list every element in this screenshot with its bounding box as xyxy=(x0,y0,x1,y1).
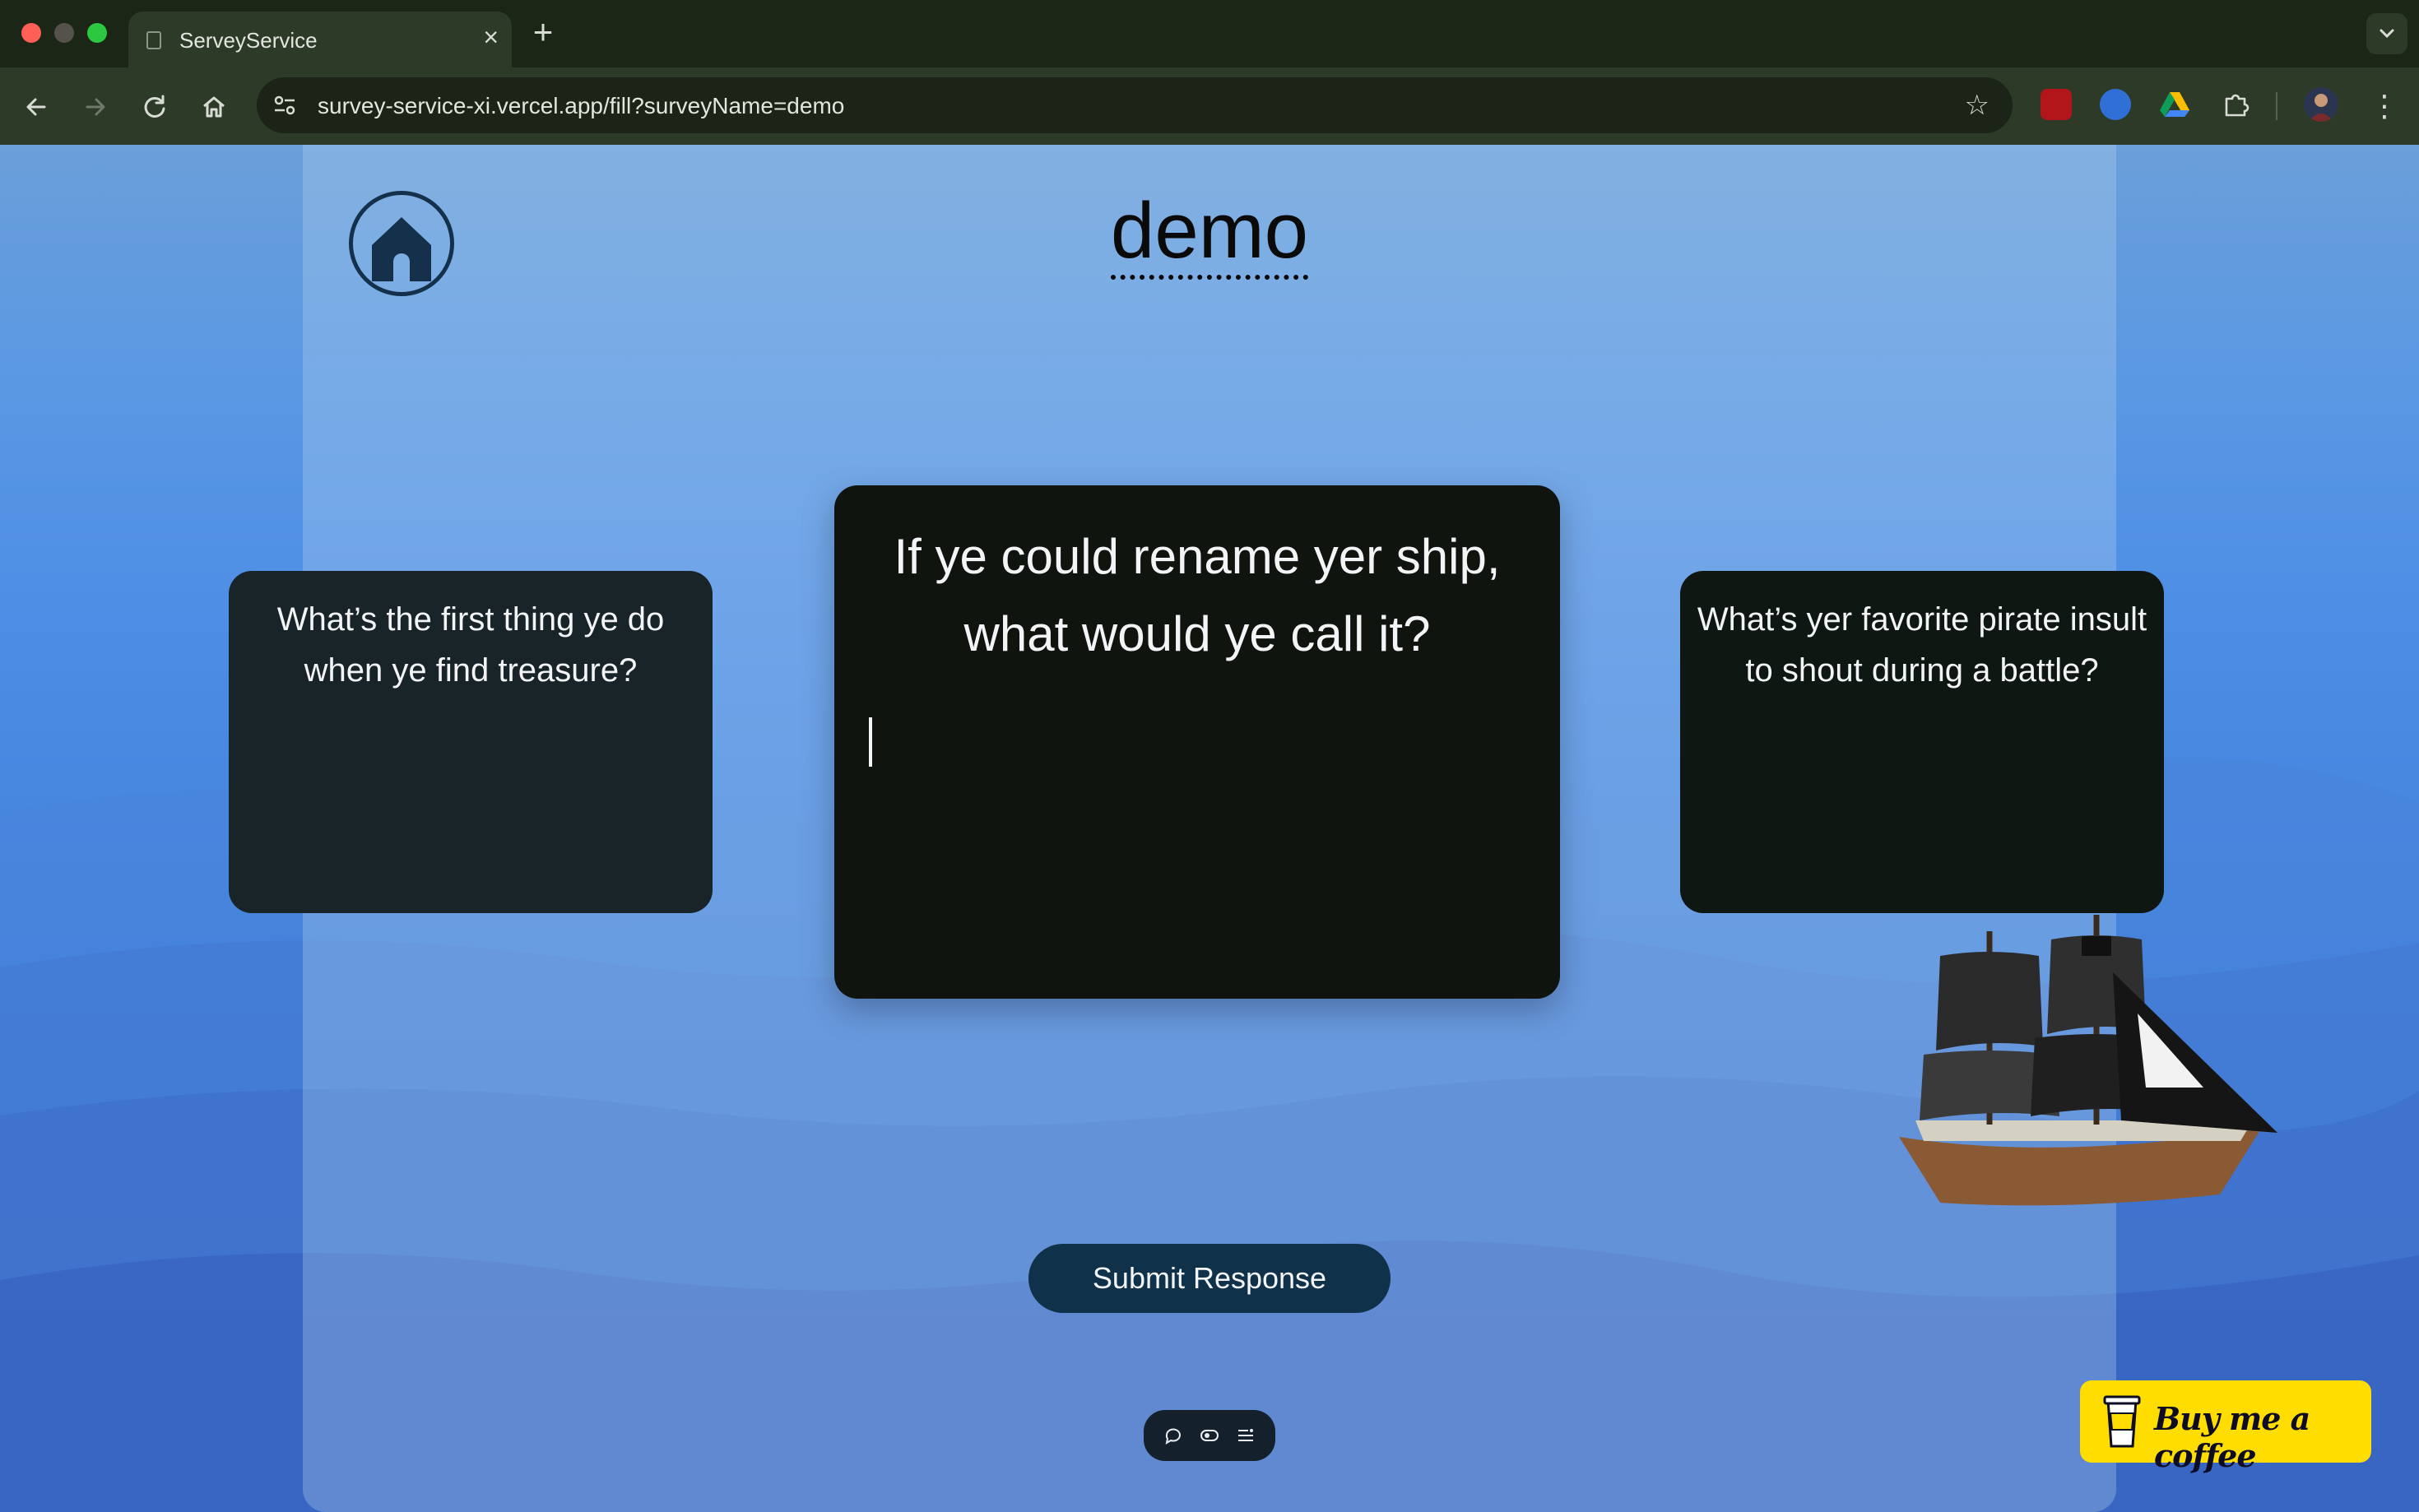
back-button[interactable] xyxy=(13,84,59,130)
comment-icon[interactable] xyxy=(1161,1423,1186,1448)
active-tab[interactable]: ServeyService × xyxy=(128,12,512,67)
profile-avatar[interactable] xyxy=(2304,87,2338,122)
close-tab-icon[interactable]: × xyxy=(483,23,499,51)
puzzle-extensions-icon[interactable] xyxy=(2220,89,2251,120)
next-question-text: What’s yer favorite pirate insult to sho… xyxy=(1697,601,2147,689)
arrow-left-icon xyxy=(26,98,46,116)
next-question-card[interactable]: What’s yer favorite pirate insult to sho… xyxy=(1680,571,2164,913)
close-window-button[interactable] xyxy=(21,23,41,43)
home-browser-button[interactable] xyxy=(191,84,237,130)
arrow-right-icon xyxy=(86,98,105,116)
bookmark-star-icon[interactable]: ☆ xyxy=(1965,89,1990,122)
browser-tab-bar: ServeyService × + xyxy=(0,0,2419,67)
new-tab-button[interactable]: + xyxy=(528,12,558,53)
pirate-ship-image xyxy=(1899,915,2277,1206)
current-question-card: If ye could rename yer ship, what would … xyxy=(834,485,1560,999)
menu-list-icon[interactable] xyxy=(1233,1423,1258,1448)
submit-response-button[interactable]: Submit Response xyxy=(1028,1244,1391,1313)
survey-title: demo xyxy=(963,186,1456,280)
coffee-cup-icon xyxy=(2103,1395,2141,1448)
chevron-down-icon xyxy=(2380,29,2394,39)
reload-button[interactable] xyxy=(132,84,178,130)
document-icon xyxy=(146,31,161,49)
current-question-text: If ye could rename yer ship, what would … xyxy=(894,529,1501,661)
browser-menu-icon[interactable]: ⋮ xyxy=(2370,84,2399,130)
maximize-window-button[interactable] xyxy=(87,23,107,43)
home-button[interactable] xyxy=(349,191,454,296)
browser-toolbar: survey-service-xi.vercel.app/fill?survey… xyxy=(0,67,2419,145)
extension-icon[interactable] xyxy=(2100,89,2131,120)
answer-input-caret[interactable] xyxy=(869,717,872,767)
url-text: survey-service-xi.vercel.app/fill?survey… xyxy=(318,93,845,118)
reload-icon xyxy=(144,95,165,118)
tab-title: ServeyService xyxy=(179,28,318,53)
survey-title-text: demo xyxy=(1110,187,1309,280)
survey-page: demo What’s the first thing ye do when y… xyxy=(0,145,2419,1512)
address-bar[interactable]: survey-service-xi.vercel.app/fill?survey… xyxy=(257,77,2013,133)
ublock-extension-icon[interactable] xyxy=(2041,89,2072,120)
site-settings-icon xyxy=(274,95,295,115)
coffee-label: Buy me a coffee xyxy=(2154,1400,2310,1474)
toggle-icon[interactable] xyxy=(1197,1423,1222,1448)
tab-list-button[interactable] xyxy=(2366,13,2407,54)
home-icon xyxy=(203,96,225,118)
toolbar-divider xyxy=(2276,92,2277,120)
previous-question-card[interactable]: What’s the first thing ye do when ye fin… xyxy=(229,571,713,913)
forward-button[interactable] xyxy=(72,84,118,130)
dev-toolbar xyxy=(1144,1410,1275,1461)
home-icon xyxy=(372,217,431,281)
buy-me-a-coffee-button[interactable]: Buy me a coffee xyxy=(2080,1380,2371,1474)
google-drive-icon[interactable] xyxy=(2159,89,2190,120)
previous-question-text: What’s the first thing ye do when ye fin… xyxy=(276,601,665,689)
minimize-window-button[interactable] xyxy=(54,23,74,43)
